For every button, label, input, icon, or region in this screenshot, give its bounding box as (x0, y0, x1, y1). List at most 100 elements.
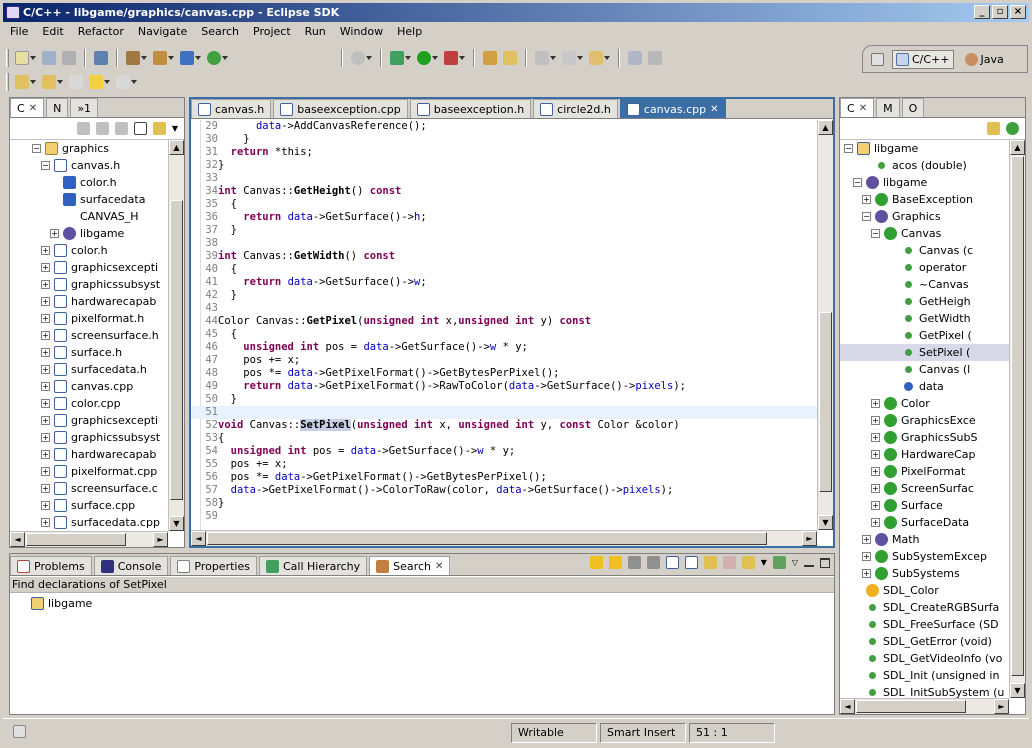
close-tab-icon[interactable]: ✕ (710, 104, 718, 115)
left-horizontal-scrollbar[interactable]: ◄ ► (10, 531, 168, 547)
scroll-up-arrow-icon[interactable]: ▲ (818, 120, 833, 135)
view-menu-icon[interactable]: ▼ (172, 124, 178, 133)
tree-item[interactable]: + graphicssubsyst (10, 276, 168, 293)
expand-icon[interactable]: + (871, 518, 880, 527)
tree-item[interactable]: acos (double) (840, 157, 1009, 174)
expand-icon[interactable]: + (41, 501, 50, 510)
pin-view-icon[interactable] (772, 556, 786, 569)
menu-window[interactable]: Window (333, 25, 390, 38)
expand-icon[interactable]: + (41, 246, 50, 255)
debug-dropdown-icon[interactable] (405, 51, 411, 65)
debug-bug-icon[interactable] (390, 51, 404, 65)
menu-refactor[interactable]: Refactor (71, 25, 131, 38)
new-class-icon[interactable] (180, 51, 194, 65)
tree-item[interactable]: Canvas (l (840, 361, 1009, 378)
search-again-icon[interactable] (703, 556, 717, 569)
collapse-all-icon[interactable] (684, 556, 698, 569)
expand-icon[interactable]: + (871, 450, 880, 459)
scroll-thumb[interactable] (819, 312, 832, 492)
tab-n[interactable]: N (46, 98, 69, 117)
settings-dropdown-icon[interactable] (366, 51, 372, 65)
collapse-icon[interactable]: − (41, 161, 50, 170)
tree-item[interactable]: − Canvas (840, 225, 1009, 242)
expand-icon[interactable]: + (862, 552, 871, 561)
scroll-down-arrow-icon[interactable]: ▼ (1010, 683, 1025, 698)
status-fast-view[interactable] (7, 723, 507, 743)
tree-item[interactable]: GetWidth (840, 310, 1009, 327)
tree-item[interactable]: SDL_GetVideoInfo (vo (840, 650, 1009, 667)
remove-all-matches-icon[interactable] (646, 556, 660, 569)
expand-icon[interactable]: + (871, 484, 880, 493)
menu-edit[interactable]: Edit (35, 25, 70, 38)
menu-project[interactable]: Project (246, 25, 298, 38)
tree-item[interactable]: + libgame (10, 225, 168, 242)
expand-icon[interactable]: + (871, 433, 880, 442)
menu-help[interactable]: Help (390, 25, 429, 38)
forward-icon[interactable] (95, 122, 109, 135)
tree-item[interactable]: SDL_FreeSurface (SD (840, 616, 1009, 633)
tree-item[interactable]: SDL_Color (840, 582, 1009, 599)
menu-search[interactable]: Search (194, 25, 246, 38)
expand-icon[interactable]: + (862, 569, 871, 578)
scroll-thumb[interactable] (1011, 156, 1024, 676)
tree-item[interactable]: + HardwareCap (840, 446, 1009, 463)
new-dropdown-icon[interactable] (30, 51, 36, 65)
tree-item[interactable]: + surfacedata.cpp (10, 514, 168, 531)
close-tab-icon[interactable]: ✕ (859, 103, 867, 114)
show-whitespace-icon[interactable] (648, 51, 662, 65)
tree-item[interactable]: + GraphicsExce (840, 412, 1009, 429)
tab-o[interactable]: O (901, 98, 925, 117)
tree-item[interactable]: GetHeigh (840, 293, 1009, 310)
collapse-icon[interactable]: − (862, 212, 871, 221)
maximize-button[interactable]: ▫ (992, 5, 1008, 19)
hide-fields-icon[interactable] (1006, 122, 1019, 135)
tree-item[interactable]: + SubSystems (840, 565, 1009, 582)
new-folder-icon[interactable] (153, 51, 167, 65)
forward-arrow-icon[interactable] (116, 75, 130, 89)
tree-item[interactable]: + graphicsexcepti (10, 412, 168, 429)
tree-item[interactable]: GetPixel ( (840, 327, 1009, 344)
tree-item[interactable]: + canvas.cpp (10, 378, 168, 395)
expand-icon[interactable]: + (871, 467, 880, 476)
link-editor-icon[interactable] (987, 122, 1000, 135)
tree-item[interactable]: Canvas (c (840, 242, 1009, 259)
tree-item[interactable]: + color.h (10, 242, 168, 259)
collapse-icon[interactable]: − (32, 144, 41, 153)
tab-c[interactable]: C ✕ (10, 98, 45, 117)
new-icon[interactable] (15, 51, 29, 65)
build-icon[interactable] (94, 51, 108, 65)
tab-problems[interactable]: Problems (10, 556, 92, 575)
tree-item[interactable]: + pixelformat.h (10, 310, 168, 327)
tree-item[interactable]: SDL_Init (unsigned in (840, 667, 1009, 684)
tree-item[interactable]: CANVAS_H (10, 208, 168, 225)
expand-icon[interactable]: + (41, 331, 50, 340)
expand-all-icon[interactable] (665, 556, 679, 569)
run-dropdown-icon[interactable] (432, 51, 438, 65)
close-tab-icon[interactable]: ✕ (435, 561, 443, 572)
expand-icon[interactable]: + (41, 314, 50, 323)
previous-match-icon[interactable] (608, 556, 622, 569)
tree-item[interactable]: SetPixel ( (840, 344, 1009, 361)
expand-icon[interactable]: + (871, 399, 880, 408)
expand-icon[interactable]: + (50, 229, 59, 238)
tab-canvas-cpp[interactable]: canvas.cpp ✕ (619, 99, 726, 118)
tree-item[interactable]: + surfacedata.h (10, 361, 168, 378)
next-annotation-dropdown-icon[interactable] (30, 75, 36, 89)
expand-icon[interactable]: + (41, 518, 50, 527)
tab-baseexception-cpp[interactable]: baseexception.cpp (273, 99, 408, 118)
expand-icon[interactable]: + (41, 450, 50, 459)
last-edit-icon[interactable] (69, 75, 83, 89)
next-match-icon[interactable] (589, 556, 603, 569)
open-type-icon[interactable] (483, 51, 497, 65)
tree-item[interactable]: + BaseException (840, 191, 1009, 208)
tree-item[interactable]: + color.cpp (10, 395, 168, 412)
left-vertical-scrollbar[interactable]: ▲ ▼ (168, 140, 184, 531)
tree-item[interactable]: + screensurface.c (10, 480, 168, 497)
scroll-left-arrow-icon[interactable]: ◄ (840, 699, 855, 714)
scroll-up-arrow-icon[interactable]: ▲ (169, 140, 184, 155)
scroll-right-arrow-icon[interactable]: ► (802, 531, 817, 546)
tree-item[interactable]: + hardwarecapab (10, 293, 168, 310)
scroll-down-arrow-icon[interactable]: ▼ (818, 515, 833, 530)
paste-dropdown-icon[interactable] (577, 51, 583, 65)
tree-item[interactable]: + graphicsexcepti (10, 259, 168, 276)
